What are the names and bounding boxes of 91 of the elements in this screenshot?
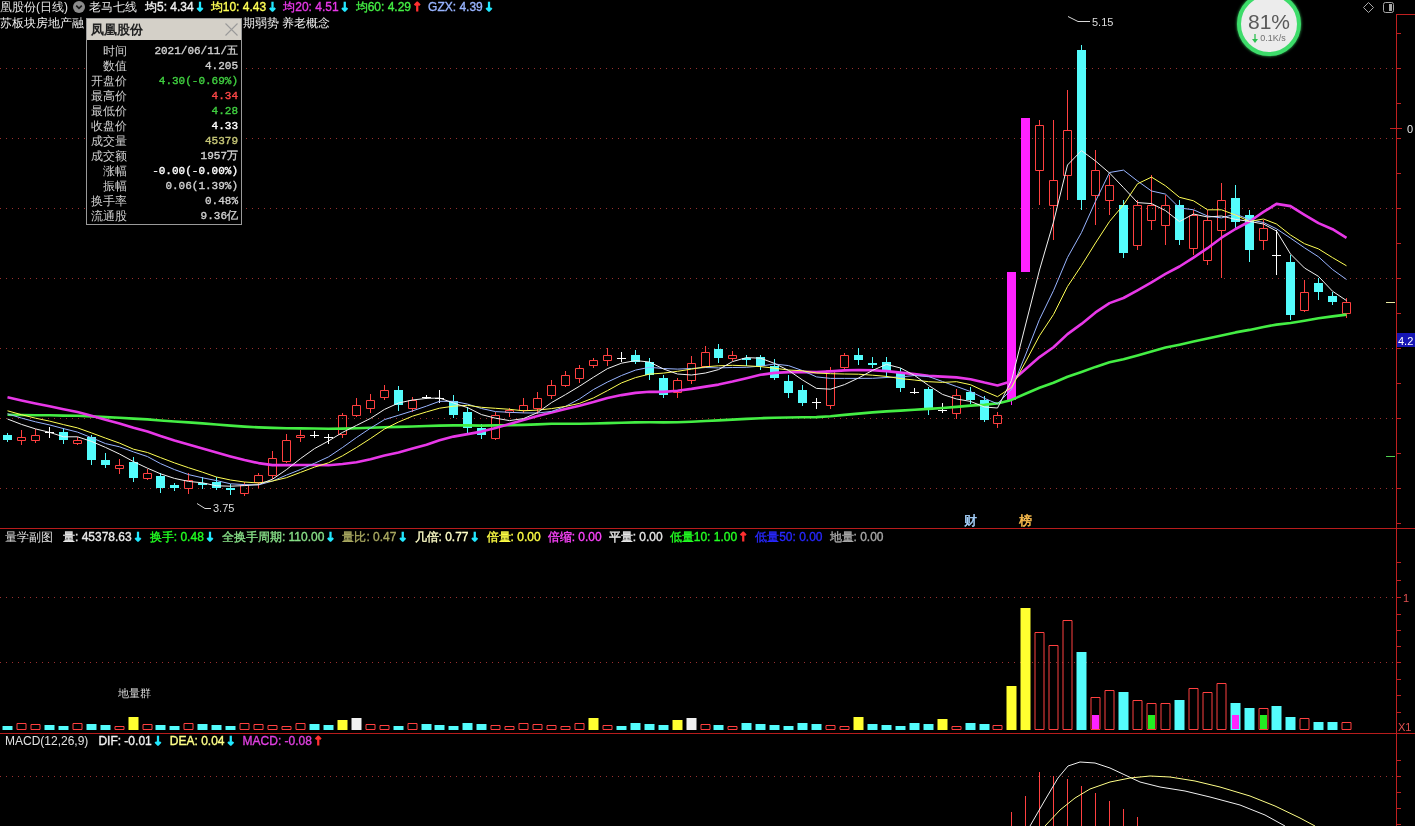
info-value: 4.30(-0.69%) (158, 73, 238, 88)
average-legend: 均20: 4.51 (283, 0, 339, 14)
axis-label: 1 (1403, 592, 1410, 604)
popup-title: 凤凰股份 (91, 20, 143, 39)
trend-arrow: ↓ (469, 530, 480, 544)
volume-signal-mark (1148, 715, 1155, 729)
panel-divider (1395, 14, 1415, 15)
trend-arrow: ↑ (412, 0, 423, 14)
indicator-value: 平量: 0.00 (608, 530, 663, 544)
panel-toggle-icon[interactable] (1383, 1, 1394, 13)
current-price-tag: 4.2 (1397, 333, 1415, 347)
indicator-value: DEA: 0.04 (169, 734, 225, 748)
usage-percent: 81% (1248, 11, 1290, 33)
info-value: 4.205 (205, 58, 238, 73)
high-price-label: 5.15 (1092, 16, 1114, 28)
indicator-value: 换手: 0.48 (149, 530, 204, 544)
concept-text: 苏板块房地产融 (0, 16, 84, 30)
info-value: 2021/06/11/五 (154, 43, 238, 58)
leader-line (1067, 16, 1091, 22)
trend-arrow: ↑ (738, 530, 749, 544)
chevron-circle-icon[interactable] (73, 1, 85, 13)
indicator-value: 几倍: 0.77 (414, 530, 469, 544)
popup-title-bar[interactable]: 凤凰股份 (87, 19, 241, 40)
network-speed: 0.1K/s (1260, 33, 1286, 43)
panel-title: MACD(12,26,9) (5, 734, 89, 748)
indicator-selector[interactable]: 老马七线 (89, 0, 137, 14)
info-label: 振幅 (102, 178, 127, 193)
trend-arrow: ↓ (194, 0, 205, 14)
average-legend: 均10: 4.43 (210, 0, 267, 14)
concept-text: 期弱势 养老概念 (243, 16, 331, 30)
leader-line (196, 503, 212, 509)
axis-label: 0 (1407, 123, 1414, 135)
event-marker[interactable]: 榜 (1019, 513, 1032, 528)
down-arrow-icon (1252, 33, 1259, 43)
event-marker[interactable]: 财 (964, 513, 977, 528)
info-label: 最高价 (90, 88, 127, 103)
info-label: 换手率 (90, 193, 127, 208)
trend-arrow: ↓ (397, 530, 408, 544)
average-legend: GZX: 4.39 (428, 0, 483, 14)
info-label: 时间 (102, 43, 127, 58)
trend-arrow: ↓ (225, 734, 236, 748)
average-legend: 均60: 4.29 (355, 0, 411, 14)
trend-arrow: ↑ (312, 734, 323, 748)
indicator-value: 量: 45378.63 (63, 530, 132, 544)
volume-signal-mark (1260, 715, 1267, 729)
price-level-marker (1385, 456, 1396, 457)
trend-arrow: ↓ (267, 0, 278, 14)
trend-arrow: ↓ (325, 530, 336, 544)
info-value: 4.34 (211, 88, 238, 103)
info-value: 0.06(1.39%) (165, 178, 238, 193)
indicator-value: MACD: -0.08 (242, 734, 312, 748)
info-value: -0.00(-0.00%) (152, 163, 238, 178)
info-value: 9.36亿 (200, 208, 238, 223)
trend-arrow: ↓ (339, 0, 350, 14)
trend-arrow: ↓ (132, 530, 143, 544)
axis-scale (1395, 760, 1402, 825)
info-label: 数值 (102, 58, 127, 73)
trend-arrow: ↓ (152, 734, 163, 748)
average-legend: 均5: 4.34 (145, 0, 194, 14)
volume-signal-mark (1092, 715, 1099, 729)
indicator-value: 倍量: 0.00 (486, 530, 541, 544)
stock-title: 凰股份(日线) (0, 0, 68, 14)
info-value: 4.33 (211, 118, 238, 133)
annotation-label: 地量群 (118, 687, 151, 699)
trend-arrow: ↓ (204, 530, 215, 544)
indicator-value: 倍缩: 0.00 (547, 530, 602, 544)
indicator-value: 低量50: 0.00 (755, 530, 823, 544)
diamond-icon[interactable] (1363, 1, 1374, 13)
indicator-value: 地量: 0.00 (829, 530, 884, 544)
volume-signal-mark (1232, 715, 1239, 729)
info-label: 涨幅 (102, 163, 127, 178)
price-level-marker (1385, 302, 1396, 303)
info-value: 4.28 (211, 103, 238, 118)
info-label: 开盘价 (90, 73, 127, 88)
indicator-value: 量比: 0.47 (342, 530, 397, 544)
indicator-value: 低量10: 1.00 (669, 530, 738, 544)
indicator-value: DIF: -0.01 (98, 734, 152, 748)
info-value: 0.48% (205, 193, 238, 208)
info-label: 流通股 (90, 208, 127, 223)
info-value: 45379 (205, 133, 238, 148)
speed-ball-widget[interactable]: 81% 0.1K/s (1237, 0, 1301, 56)
axis-label: X1 (1398, 721, 1412, 733)
panel-title: 量学副图 (5, 530, 53, 544)
info-label: 成交额 (90, 148, 127, 163)
indicator-value: 全换手周期: 110.00 (221, 530, 325, 544)
low-price-label: 3.75 (213, 502, 235, 514)
info-label: 成交量 (90, 133, 127, 148)
info-label: 最低价 (90, 103, 127, 118)
trend-arrow: ↓ (483, 0, 494, 14)
info-value: 1957万 (200, 148, 238, 163)
info-label: 收盘价 (90, 118, 127, 133)
